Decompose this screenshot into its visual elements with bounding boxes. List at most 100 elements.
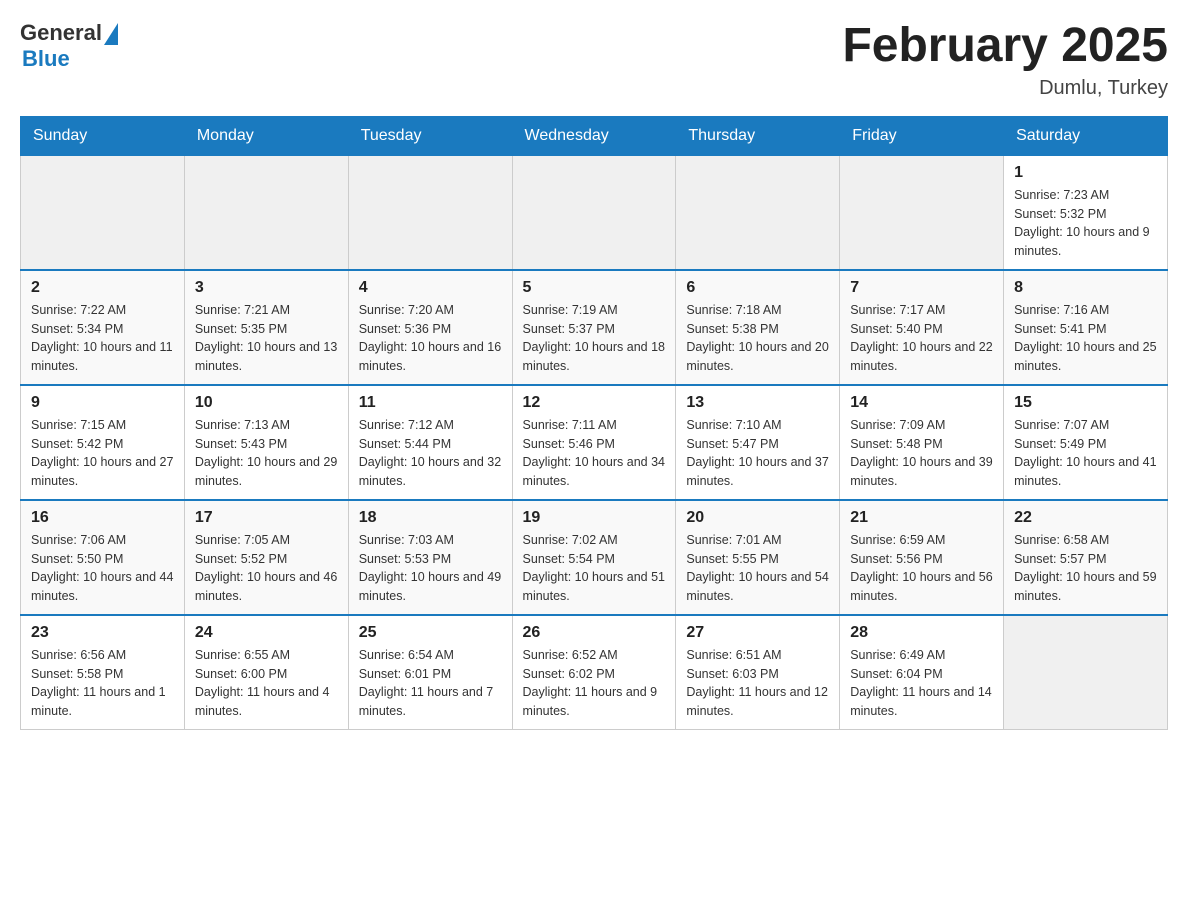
- day-number: 28: [850, 624, 993, 642]
- day-number: 12: [523, 394, 666, 412]
- day-info: Sunrise: 6:56 AM Sunset: 5:58 PM Dayligh…: [31, 646, 174, 721]
- calendar-day-cell: 20 Sunrise: 7:01 AM Sunset: 5:55 PM Dayli…: [676, 500, 840, 615]
- calendar-day-cell: 13 Sunrise: 7:10 AM Sunset: 5:47 PM Dayli…: [676, 385, 840, 500]
- calendar-day-cell: [21, 155, 185, 270]
- calendar-day-cell: 22 Sunrise: 6:58 AM Sunset: 5:57 PM Dayli…: [1004, 500, 1168, 615]
- day-number: 19: [523, 509, 666, 527]
- day-number: 24: [195, 624, 338, 642]
- calendar-day-cell: 4Sunrise: 7:20 AM Sunset: 5:36 PM Daylig…: [348, 270, 512, 385]
- calendar-day-cell: 8 Sunrise: 7:16 AM Sunset: 5:41 PM Daylig…: [1004, 270, 1168, 385]
- calendar-day-cell: 25 Sunrise: 6:54 AM Sunset: 6:01 PM Dayli…: [348, 615, 512, 730]
- day-info: Sunrise: 7:10 AM Sunset: 5:47 PM Dayligh…: [686, 416, 829, 491]
- calendar-day-cell: 18Sunrise: 7:03 AM Sunset: 5:53 PM Dayli…: [348, 500, 512, 615]
- day-number: 25: [359, 624, 502, 642]
- day-number: 7: [850, 279, 993, 297]
- day-header-monday: Monday: [184, 116, 348, 155]
- calendar-week-row: 23 Sunrise: 6:56 AM Sunset: 5:58 PM Dayli…: [21, 615, 1168, 730]
- day-info: Sunrise: 7:02 AM Sunset: 5:54 PM Dayligh…: [523, 531, 666, 606]
- calendar-day-cell: 1 Sunrise: 7:23 AM Sunset: 5:32 PM Daylig…: [1004, 155, 1168, 270]
- day-number: 22: [1014, 509, 1157, 527]
- day-header-saturday: Saturday: [1004, 116, 1168, 155]
- day-number: 9: [31, 394, 174, 412]
- day-number: 2: [31, 279, 174, 297]
- day-header-thursday: Thursday: [676, 116, 840, 155]
- day-number: 3: [195, 279, 338, 297]
- day-info: Sunrise: 6:55 AM Sunset: 6:00 PM Dayligh…: [195, 646, 338, 721]
- calendar-day-cell: 17 Sunrise: 7:05 AM Sunset: 5:52 PM Dayli…: [184, 500, 348, 615]
- day-info: Sunrise: 7:15 AM Sunset: 5:42 PM Dayligh…: [31, 416, 174, 491]
- day-number: 13: [686, 394, 829, 412]
- calendar-day-cell: 2 Sunrise: 7:22 AM Sunset: 5:34 PM Daylig…: [21, 270, 185, 385]
- day-number: 4: [359, 279, 502, 297]
- calendar-header-row: SundayMondayTuesdayWednesdayThursdayFrid…: [21, 116, 1168, 155]
- day-number: 16: [31, 509, 174, 527]
- day-info: Sunrise: 7:22 AM Sunset: 5:34 PM Dayligh…: [31, 301, 174, 376]
- calendar-day-cell: [676, 155, 840, 270]
- calendar-week-row: 16 Sunrise: 7:06 AM Sunset: 5:50 PM Dayli…: [21, 500, 1168, 615]
- day-header-tuesday: Tuesday: [348, 116, 512, 155]
- day-header-friday: Friday: [840, 116, 1004, 155]
- calendar-title: February 2025: [842, 20, 1168, 73]
- calendar-day-cell: 12 Sunrise: 7:11 AM Sunset: 5:46 PM Dayli…: [512, 385, 676, 500]
- day-info: Sunrise: 7:01 AM Sunset: 5:55 PM Dayligh…: [686, 531, 829, 606]
- title-section: February 2025 Dumlu, Turkey: [842, 20, 1168, 100]
- day-number: 10: [195, 394, 338, 412]
- calendar-day-cell: 14Sunrise: 7:09 AM Sunset: 5:48 PM Dayli…: [840, 385, 1004, 500]
- calendar-day-cell: [184, 155, 348, 270]
- day-number: 20: [686, 509, 829, 527]
- calendar-day-cell: [512, 155, 676, 270]
- day-info: Sunrise: 7:07 AM Sunset: 5:49 PM Dayligh…: [1014, 416, 1157, 491]
- logo: General Blue: [20, 20, 118, 72]
- day-info: Sunrise: 7:21 AM Sunset: 5:35 PM Dayligh…: [195, 301, 338, 376]
- day-info: Sunrise: 7:23 AM Sunset: 5:32 PM Dayligh…: [1014, 186, 1157, 261]
- day-info: Sunrise: 7:05 AM Sunset: 5:52 PM Dayligh…: [195, 531, 338, 606]
- calendar-day-cell: 16 Sunrise: 7:06 AM Sunset: 5:50 PM Dayli…: [21, 500, 185, 615]
- calendar-subtitle: Dumlu, Turkey: [842, 77, 1168, 100]
- day-info: Sunrise: 6:49 AM Sunset: 6:04 PM Dayligh…: [850, 646, 993, 721]
- logo-blue-text: Blue: [22, 46, 70, 72]
- day-info: Sunrise: 6:52 AM Sunset: 6:02 PM Dayligh…: [523, 646, 666, 721]
- day-info: Sunrise: 7:18 AM Sunset: 5:38 PM Dayligh…: [686, 301, 829, 376]
- day-number: 23: [31, 624, 174, 642]
- calendar-day-cell: [1004, 615, 1168, 730]
- day-number: 1: [1014, 164, 1157, 182]
- calendar-table: SundayMondayTuesdayWednesdayThursdayFrid…: [20, 116, 1168, 730]
- day-info: Sunrise: 7:17 AM Sunset: 5:40 PM Dayligh…: [850, 301, 993, 376]
- calendar-day-cell: 27Sunrise: 6:51 AM Sunset: 6:03 PM Dayli…: [676, 615, 840, 730]
- calendar-day-cell: 28 Sunrise: 6:49 AM Sunset: 6:04 PM Dayli…: [840, 615, 1004, 730]
- calendar-day-cell: 11 Sunrise: 7:12 AM Sunset: 5:44 PM Dayli…: [348, 385, 512, 500]
- calendar-day-cell: 6Sunrise: 7:18 AM Sunset: 5:38 PM Daylig…: [676, 270, 840, 385]
- page-header: General Blue February 2025 Dumlu, Turkey: [20, 20, 1168, 100]
- calendar-day-cell: 3 Sunrise: 7:21 AM Sunset: 5:35 PM Daylig…: [184, 270, 348, 385]
- day-number: 5: [523, 279, 666, 297]
- day-number: 27: [686, 624, 829, 642]
- day-info: Sunrise: 7:16 AM Sunset: 5:41 PM Dayligh…: [1014, 301, 1157, 376]
- calendar-week-row: 9 Sunrise: 7:15 AM Sunset: 5:42 PM Daylig…: [21, 385, 1168, 500]
- day-info: Sunrise: 7:06 AM Sunset: 5:50 PM Dayligh…: [31, 531, 174, 606]
- day-info: Sunrise: 7:13 AM Sunset: 5:43 PM Dayligh…: [195, 416, 338, 491]
- day-number: 17: [195, 509, 338, 527]
- calendar-day-cell: [840, 155, 1004, 270]
- logo-general-text: General: [20, 20, 102, 46]
- day-number: 26: [523, 624, 666, 642]
- calendar-day-cell: 24 Sunrise: 6:55 AM Sunset: 6:00 PM Dayli…: [184, 615, 348, 730]
- day-info: Sunrise: 7:11 AM Sunset: 5:46 PM Dayligh…: [523, 416, 666, 491]
- day-info: Sunrise: 7:09 AM Sunset: 5:48 PM Dayligh…: [850, 416, 993, 491]
- calendar-day-cell: 21 Sunrise: 6:59 AM Sunset: 5:56 PM Dayli…: [840, 500, 1004, 615]
- day-number: 15: [1014, 394, 1157, 412]
- calendar-day-cell: 23 Sunrise: 6:56 AM Sunset: 5:58 PM Dayli…: [21, 615, 185, 730]
- calendar-day-cell: 26 Sunrise: 6:52 AM Sunset: 6:02 PM Dayli…: [512, 615, 676, 730]
- calendar-day-cell: 7 Sunrise: 7:17 AM Sunset: 5:40 PM Daylig…: [840, 270, 1004, 385]
- day-info: Sunrise: 6:59 AM Sunset: 5:56 PM Dayligh…: [850, 531, 993, 606]
- calendar-day-cell: [348, 155, 512, 270]
- calendar-day-cell: 10 Sunrise: 7:13 AM Sunset: 5:43 PM Dayli…: [184, 385, 348, 500]
- calendar-day-cell: 5Sunrise: 7:19 AM Sunset: 5:37 PM Daylig…: [512, 270, 676, 385]
- day-number: 11: [359, 394, 502, 412]
- day-info: Sunrise: 7:12 AM Sunset: 5:44 PM Dayligh…: [359, 416, 502, 491]
- calendar-day-cell: 19 Sunrise: 7:02 AM Sunset: 5:54 PM Dayli…: [512, 500, 676, 615]
- day-info: Sunrise: 6:58 AM Sunset: 5:57 PM Dayligh…: [1014, 531, 1157, 606]
- day-number: 21: [850, 509, 993, 527]
- logo-triangle-icon: [104, 23, 118, 45]
- day-info: Sunrise: 6:54 AM Sunset: 6:01 PM Dayligh…: [359, 646, 502, 721]
- day-number: 8: [1014, 279, 1157, 297]
